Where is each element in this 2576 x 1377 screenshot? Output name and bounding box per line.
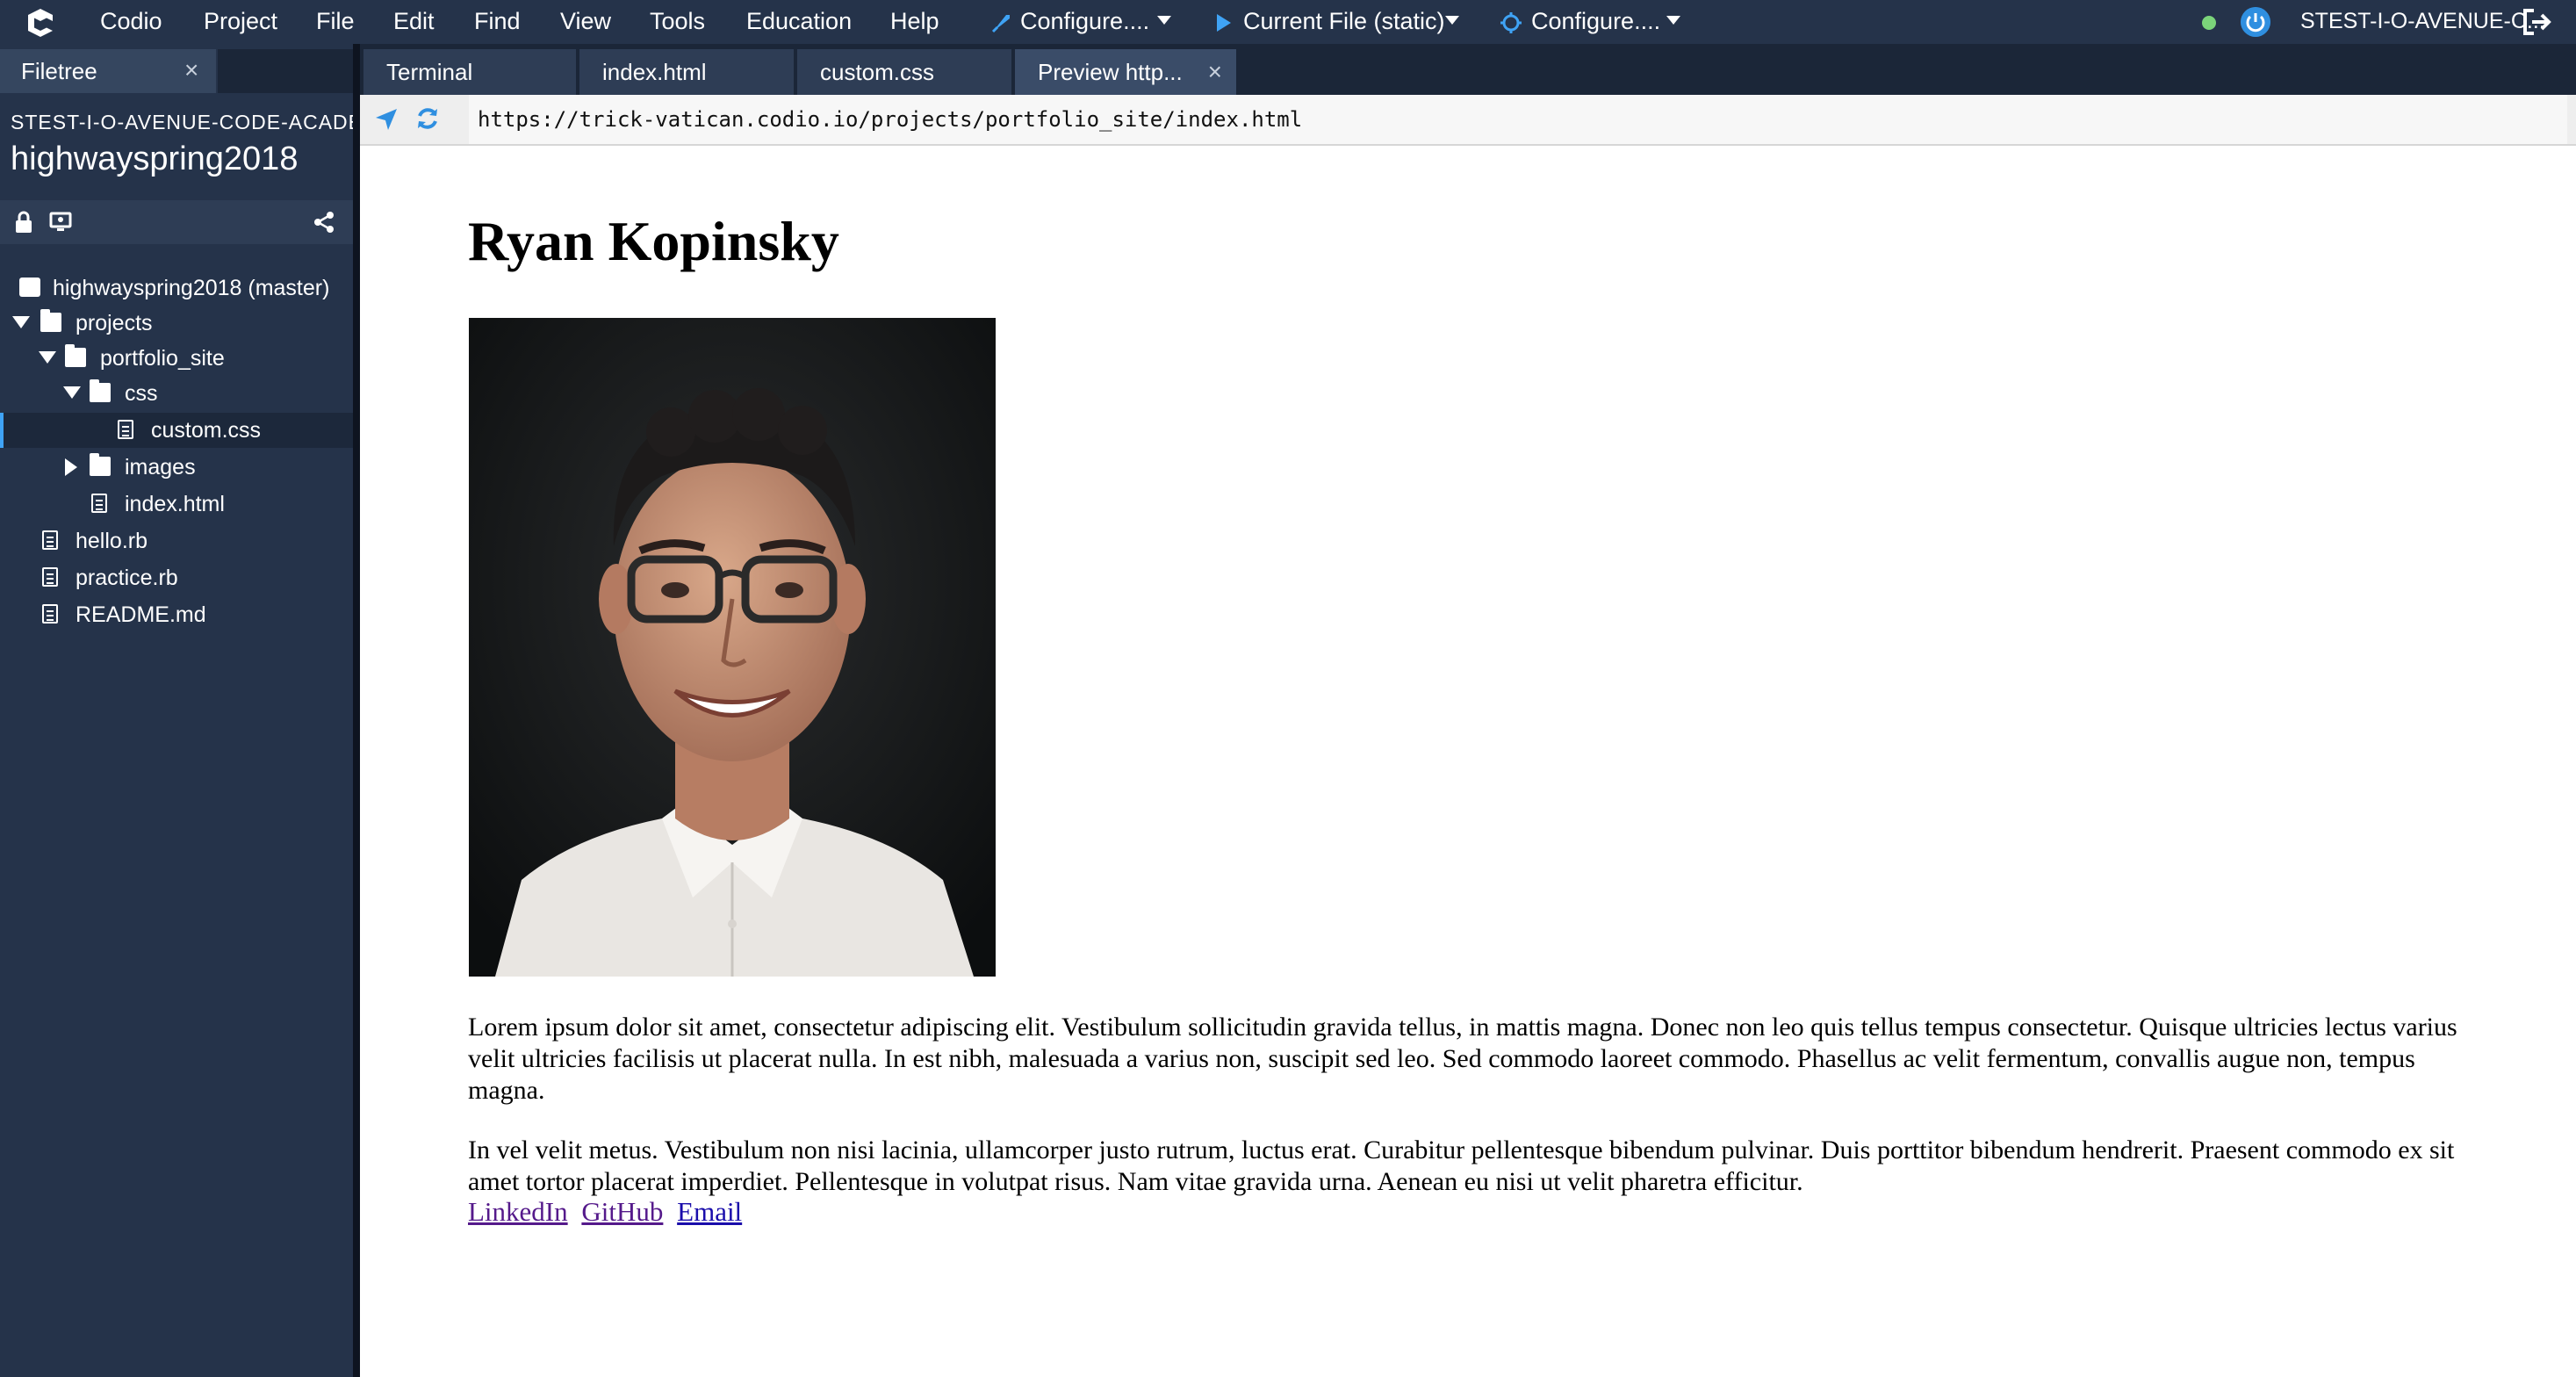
tree-item-label: css	[125, 381, 158, 406]
tree-item-label: hello.rb	[76, 529, 148, 553]
lock-icon[interactable]	[12, 211, 35, 234]
tree-item-label: README.md	[76, 602, 206, 627]
tree-item-label: practice.rb	[76, 566, 178, 590]
folder-icon	[40, 309, 61, 332]
tree-item-projects[interactable]: projects	[0, 306, 353, 341]
close-icon[interactable]: ×	[1208, 49, 1222, 95]
menu-project[interactable]: Project	[204, 7, 277, 35]
user-account-label[interactable]: STEST-I-O-AVENUE-C...	[2300, 7, 2545, 35]
caret-down-icon[interactable]	[63, 386, 81, 399]
tab-custom-css[interactable]: custom.css	[797, 49, 1011, 95]
folder-icon	[90, 379, 111, 402]
email-link[interactable]: Email	[677, 1196, 742, 1227]
share-icon[interactable]	[313, 211, 335, 234]
file-icon	[42, 530, 58, 550]
navigate-arrow-icon[interactable]	[374, 107, 399, 132]
file-icon	[42, 604, 58, 624]
menu-edit[interactable]: Edit	[393, 7, 435, 35]
preview-configure-label: Configure....	[1531, 8, 1661, 34]
tree-item-css[interactable]: css	[0, 376, 353, 411]
play-icon	[1217, 13, 1231, 32]
menu-codio[interactable]: Codio	[100, 7, 162, 35]
folder-icon	[90, 453, 111, 476]
tree-item-label: projects	[76, 311, 153, 335]
deploy-configure-label: Configure....	[1020, 8, 1150, 34]
caret-right-icon[interactable]	[65, 458, 77, 476]
file-icon	[42, 567, 58, 587]
folder-icon	[65, 344, 86, 367]
panel-splitter[interactable]	[353, 44, 360, 1377]
workspace-name: STEST-I-O-AVENUE-CODE-ACADEMY	[11, 111, 353, 133]
preview-page: Ryan Kopinsky Lorem ipsum dolor sit amet…	[360, 146, 2576, 1377]
tree-item-index-html[interactable]: index.html	[0, 487, 353, 522]
github-link[interactable]: GitHub	[581, 1196, 663, 1227]
tab-filetree[interactable]: Filetree ×	[0, 49, 216, 93]
tree-item-repo[interactable]: highwayspring2018 (master)	[0, 270, 353, 306]
tree-item-label: images	[125, 455, 196, 479]
tab-label: Preview http...	[1038, 59, 1183, 85]
bio-paragraph-1: Lorem ipsum dolor sit amet, consectetur …	[468, 1013, 2457, 1105]
tab-label: Terminal	[386, 59, 473, 85]
menu-education[interactable]: Education	[746, 7, 852, 35]
monitor-icon[interactable]	[49, 211, 72, 234]
tree-item-custom-css[interactable]: custom.css	[0, 413, 353, 448]
tab-filetree-label: Filetree	[21, 58, 97, 84]
preview-address-bar: https://trick-vatican.codio.io/projects/…	[360, 95, 2576, 146]
run-target-label: Current File (static)	[1243, 8, 1445, 34]
project-name: highwayspring2018	[11, 141, 299, 177]
file-icon	[91, 494, 107, 513]
bio-paragraph-2: In vel velit metus. Vestibulum non nisi …	[468, 1135, 2455, 1196]
refresh-icon[interactable]	[414, 105, 441, 132]
deploy-configure-button[interactable]: Configure....	[990, 7, 1149, 35]
filetree-toolbar	[0, 200, 353, 244]
tree-item-label: custom.css	[151, 418, 262, 443]
tab-index-html[interactable]: index.html	[579, 49, 794, 95]
tree-item-practice-rb[interactable]: practice.rb	[0, 560, 353, 595]
editor-tabbar: Terminal index.html custom.css Preview h…	[360, 44, 2576, 95]
url-input[interactable]: https://trick-vatican.codio.io/projects/…	[469, 95, 2567, 144]
codio-logo-icon[interactable]	[23, 5, 58, 40]
rocket-icon	[991, 14, 1010, 32]
preview-dropdown-arrow-icon[interactable]	[1666, 16, 1680, 25]
menu-view[interactable]: View	[560, 7, 611, 35]
menu-help[interactable]: Help	[890, 7, 939, 35]
page-heading: Ryan Kopinsky	[468, 210, 839, 272]
menu-find[interactable]: Find	[474, 7, 521, 35]
caret-down-icon[interactable]	[39, 351, 56, 364]
deploy-dropdown-arrow-icon[interactable]	[1157, 16, 1171, 25]
social-links: LinkedIn GitHub Email	[468, 1196, 749, 1228]
menubar: Codio Project File Edit Find View Tools …	[0, 0, 2576, 44]
menu-file[interactable]: File	[316, 7, 355, 35]
target-icon	[1500, 11, 1522, 33]
tab-label: custom.css	[820, 59, 935, 85]
tree-item-portfolio-site[interactable]: portfolio_site	[0, 341, 353, 376]
tab-terminal[interactable]: Terminal	[363, 49, 576, 95]
filetree-tabbar-empty	[218, 49, 353, 93]
linkedin-link[interactable]: LinkedIn	[468, 1196, 568, 1227]
run-dropdown-arrow-icon[interactable]	[1445, 16, 1459, 25]
tree-item-images[interactable]: images	[0, 450, 353, 485]
power-icon[interactable]	[2241, 7, 2270, 37]
tab-label: index.html	[602, 59, 707, 85]
logout-icon[interactable]	[2522, 7, 2553, 37]
run-target-button[interactable]: Current File (static)	[1215, 7, 1445, 35]
portrait-photo	[469, 318, 996, 977]
tree-item-label: highwayspring2018 (master)	[53, 276, 330, 300]
tab-preview[interactable]: Preview http... ×	[1015, 49, 1236, 95]
connection-status-icon	[2202, 16, 2216, 30]
tree-item-label: portfolio_site	[100, 346, 225, 371]
tree-item-label: index.html	[125, 492, 225, 516]
close-icon[interactable]: ×	[184, 56, 198, 84]
caret-down-icon[interactable]	[12, 316, 30, 328]
menu-tools[interactable]: Tools	[650, 7, 705, 35]
preview-configure-button[interactable]: Configure....	[1500, 7, 1660, 35]
briefcase-icon	[19, 278, 40, 297]
file-icon	[118, 420, 133, 439]
tree-item-hello-rb[interactable]: hello.rb	[0, 523, 353, 559]
filetree-panel: Filetree × STEST-I-O-AVENUE-CODE-ACADEMY…	[0, 44, 353, 1377]
tree-item-readme-md[interactable]: README.md	[0, 597, 353, 632]
